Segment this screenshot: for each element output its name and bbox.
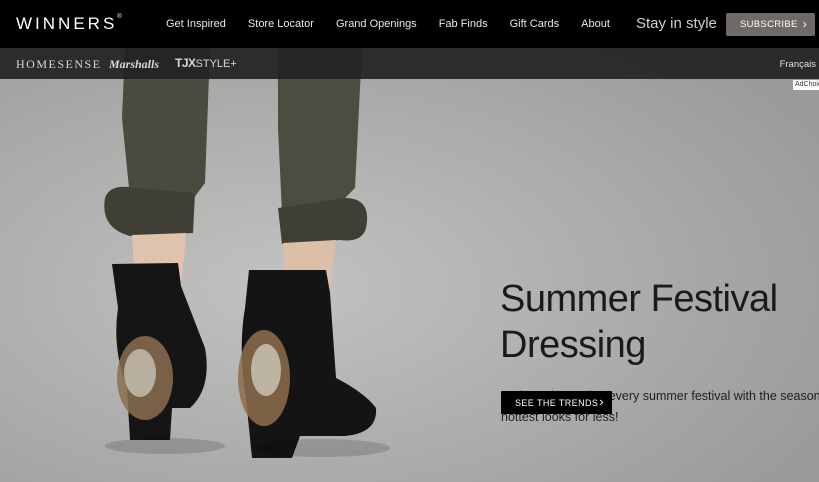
nav-get-inspired[interactable]: Get Inspired — [166, 18, 226, 30]
brand-bar: HOMESENSE Marshalls TJXSTYLE+ Français — [0, 48, 819, 79]
tjx-logo-suffix: STYLE+ — [195, 58, 237, 70]
nav-about[interactable]: About — [581, 18, 610, 30]
chevron-right-icon: › — [802, 17, 807, 31]
nav-grand-openings[interactable]: Grand Openings — [336, 18, 417, 30]
cta-label: SEE THE TRENDS — [515, 397, 599, 408]
see-the-trends-button[interactable]: SEE THE TRENDS › — [501, 391, 612, 414]
chevron-right-icon: › — [599, 394, 604, 409]
nav-gift-cards[interactable]: Gift Cards — [510, 18, 560, 30]
language-switch-francais[interactable]: Français — [780, 59, 816, 70]
homesense-logo[interactable]: HOMESENSE — [16, 57, 102, 72]
hero-banner[interactable]: Summer Festival Dressing Be best dressed… — [0, 48, 819, 482]
adchoices-badge[interactable]: AdChoices — [793, 80, 819, 90]
main-nav: Get Inspired Store Locator Grand Opening… — [166, 0, 610, 48]
hero-headline: Summer Festival Dressing — [500, 278, 778, 366]
marshalls-logo[interactable]: Marshalls — [109, 57, 159, 72]
tjx-style-logo[interactable]: TJXSTYLE+ — [175, 56, 237, 70]
tjx-logo-text: TJX — [175, 56, 196, 70]
winners-logo[interactable]: WINNERS® — [16, 14, 122, 34]
nav-fab-finds[interactable]: Fab Finds — [439, 18, 488, 30]
subscribe-label: SUBSCRIBE — [740, 19, 798, 30]
nav-store-locator[interactable]: Store Locator — [248, 18, 314, 30]
tagline: Stay in style — [636, 15, 717, 32]
logo-text: WINNERS — [16, 14, 118, 33]
top-navigation-bar: WINNERS® Get Inspired Store Locator Gran… — [0, 0, 819, 48]
subscribe-button[interactable]: SUBSCRIBE › — [726, 13, 815, 36]
